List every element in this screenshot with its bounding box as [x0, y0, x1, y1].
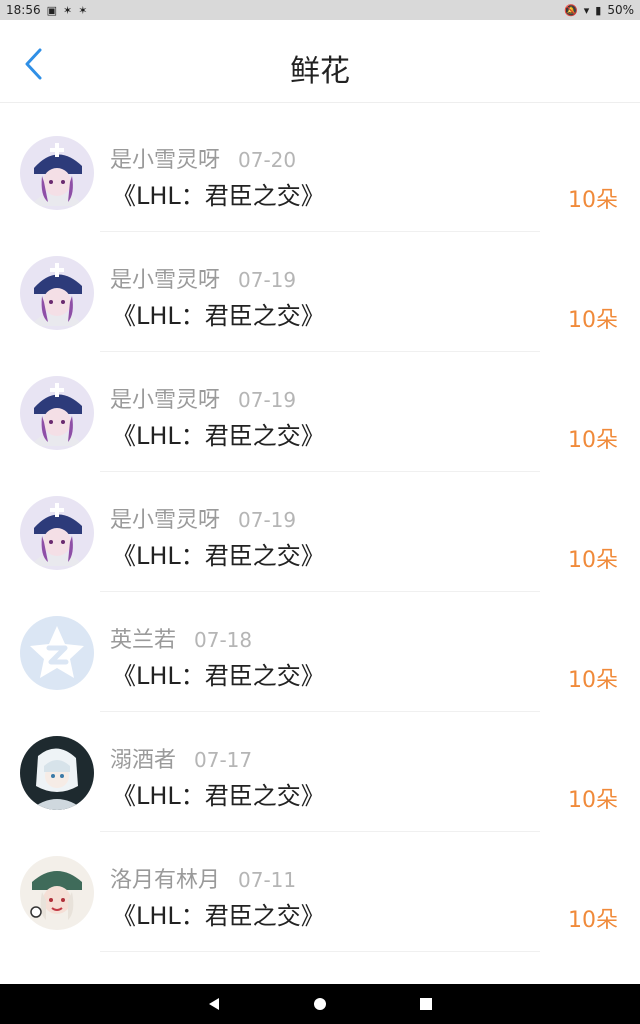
username: 是小雪灵呀 07-20 [110, 142, 296, 174]
username-text: 是小雪灵呀 [110, 268, 221, 293]
flower-amount: 10朵 [568, 788, 618, 813]
nav-home-button[interactable] [312, 996, 328, 1012]
list-item[interactable]: 洛月有林月 07-11 《LHL：君臣之交》 10朵 [0, 832, 640, 952]
anime-avatar-a-icon [20, 256, 94, 330]
flower-amount: 10朵 [568, 668, 618, 693]
flower-amount: 10朵 [568, 308, 618, 333]
wifi-icon: ▾ [583, 3, 590, 17]
username: 洛月有林月 07-11 [110, 862, 296, 894]
page-title: 鲜花 [290, 54, 350, 89]
date: 07-18 [194, 628, 253, 652]
username: 是小雪灵呀 07-19 [110, 382, 296, 414]
status-bar: 18:56 ▣ ✶ ✶ 🔕 ▾ ▮ 50% [0, 0, 640, 20]
book-title[interactable]: 《LHL：君臣之交》 [112, 296, 325, 331]
mute-icon: 🔕 [564, 3, 578, 17]
book-title[interactable]: 《LHL：君臣之交》 [112, 776, 325, 811]
avatar[interactable] [20, 496, 94, 570]
nav-back-button[interactable] [206, 996, 222, 1012]
book-title[interactable]: 《LHL：君臣之交》 [112, 176, 325, 211]
image-icon: ▣ [46, 3, 57, 17]
square-recents-icon [420, 998, 432, 1010]
username: 是小雪灵呀 07-19 [110, 262, 296, 294]
username-text: 是小雪灵呀 [110, 508, 221, 533]
anime-avatar-a-icon [20, 376, 94, 450]
username: 溺酒者 07-17 [110, 742, 252, 774]
battery-icon: ▮ [595, 3, 602, 17]
header: 鲜花 [0, 20, 640, 103]
username: 英兰若 07-18 [110, 622, 252, 654]
avatar[interactable] [20, 136, 94, 210]
username: 是小雪灵呀 07-19 [110, 502, 296, 534]
list-item[interactable]: 英兰若 07-18 《LHL：君臣之交》 10朵 [0, 592, 640, 712]
flower-amount: 10朵 [568, 428, 618, 453]
avatar[interactable] [20, 376, 94, 450]
username-text: 是小雪灵呀 [110, 388, 221, 413]
flower-amount: 10朵 [568, 908, 618, 933]
anime-avatar-a-icon [20, 136, 94, 210]
date: 07-20 [238, 148, 297, 172]
list-item[interactable]: 是小雪灵呀 07-19 《LHL：君臣之交》 10朵 [0, 352, 640, 472]
status-time: 18:56 [6, 3, 41, 17]
avatar[interactable] [20, 736, 94, 810]
username-text: 是小雪灵呀 [110, 148, 221, 173]
avatar[interactable] [20, 616, 94, 690]
anime-avatar-c-icon [20, 856, 94, 930]
username-text: 洛月有林月 [110, 868, 221, 893]
flower-amount: 10朵 [568, 548, 618, 573]
list-item[interactable]: 是小雪灵呀 07-19 《LHL：君臣之交》 10朵 [0, 232, 640, 352]
flower-list: 是小雪灵呀 07-20 《LHL：君臣之交》 10朵 是小雪灵呀 07-19 《LH… [0, 112, 640, 952]
username-text: 英兰若 [110, 628, 177, 653]
anime-avatar-b-icon [20, 736, 94, 810]
username-text: 溺酒者 [110, 748, 177, 773]
battery-percent: 50% [607, 3, 634, 17]
triangle-back-icon [209, 998, 219, 1010]
nav-recents-button[interactable] [418, 996, 434, 1012]
book-title[interactable]: 《LHL：君臣之交》 [112, 416, 325, 451]
list-item[interactable]: 溺酒者 07-17 《LHL：君臣之交》 10朵 [0, 712, 640, 832]
notif-glyph-icon: ✶ [78, 3, 88, 17]
date: 07-19 [238, 508, 297, 532]
list-item[interactable]: 是小雪灵呀 07-20 《LHL：君臣之交》 10朵 [0, 112, 640, 232]
date: 07-19 [238, 388, 297, 412]
anime-avatar-a-icon [20, 496, 94, 570]
book-title[interactable]: 《LHL：君臣之交》 [112, 536, 325, 571]
avatar[interactable] [20, 856, 94, 930]
date: 07-11 [238, 868, 297, 892]
status-left: 18:56 ▣ ✶ ✶ [6, 3, 87, 17]
list-item[interactable]: 是小雪灵呀 07-19 《LHL：君臣之交》 10朵 [0, 472, 640, 592]
default-star-avatar-icon [20, 616, 94, 690]
book-title[interactable]: 《LHL：君臣之交》 [112, 896, 325, 931]
avatar[interactable] [20, 256, 94, 330]
date: 07-19 [238, 268, 297, 292]
date: 07-17 [194, 748, 253, 772]
system-nav-bar [0, 984, 640, 1024]
status-right: 🔕 ▾ ▮ 50% [564, 3, 634, 17]
flower-amount: 10朵 [568, 188, 618, 213]
book-title[interactable]: 《LHL：君臣之交》 [112, 656, 325, 691]
circle-home-icon [314, 998, 326, 1010]
notif-glyph-icon: ✶ [63, 3, 73, 17]
